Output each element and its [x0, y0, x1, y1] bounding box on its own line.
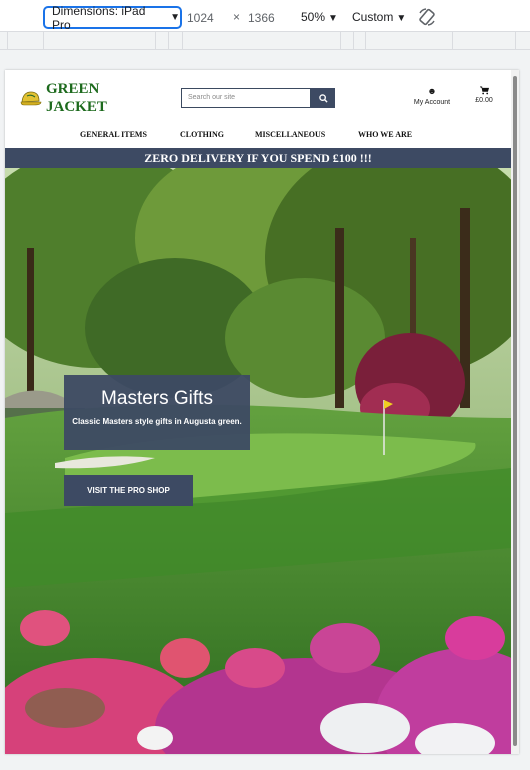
my-account-link[interactable]: ☻ My Account	[405, 86, 459, 106]
dimensions-label: Dimensions: iPad Pro	[52, 3, 146, 32]
hero-subtitle: Classic Masters style gifts in Augusta g…	[72, 417, 242, 426]
hero-banner: Masters Gifts Classic Masters style gift…	[5, 168, 511, 754]
site-logo-text[interactable]: GREEN JACKET	[46, 80, 136, 116]
chevron-down-icon: ▼	[396, 13, 407, 24]
chevron-down-icon: ▼	[170, 12, 180, 23]
zoom-label: 50%	[301, 10, 326, 24]
dimensions-dropdown[interactable]: Dimensions: iPad Pro ▼	[43, 3, 182, 32]
visit-pro-shop-button[interactable]: VISIT THE PRO SHOP	[64, 475, 193, 506]
site-header: GREEN JACKET Search our site ☻ My Accoun…	[5, 70, 511, 148]
hero-card: Masters Gifts Classic Masters style gift…	[64, 375, 250, 450]
cart-link[interactable]: £0.00	[467, 86, 501, 104]
device-viewport: GREEN JACKET Search our site ☻ My Accoun…	[5, 70, 519, 754]
golf-course-hero-image	[5, 168, 511, 754]
width-input[interactable]: 1024	[187, 11, 214, 25]
nav-item-clothing[interactable]: CLOTHING	[180, 130, 224, 139]
golf-cap-logo-icon[interactable]	[20, 89, 42, 107]
my-account-label: My Account	[413, 99, 451, 106]
times-sign: ×	[233, 10, 241, 24]
zoom-dropdown[interactable]: 50% ▼	[301, 10, 338, 24]
user-icon: ☻	[427, 86, 437, 96]
height-input[interactable]: 1366	[248, 11, 275, 25]
search-icon	[318, 93, 328, 103]
chevron-down-icon: ▼	[328, 13, 338, 24]
promo-banner: ZERO DELIVERY IF YOU SPEND £100 !!!	[5, 148, 511, 168]
nav-item-who-we-are[interactable]: WHO WE ARE	[358, 130, 412, 139]
throttle-label: Custom	[352, 10, 394, 24]
hero-title: Masters Gifts	[101, 388, 213, 409]
main-nav: GENERAL ITEMS CLOTHING MISCELLANEOUS WHO…	[5, 128, 511, 144]
cart-total: £0.00	[475, 97, 493, 104]
rotate-icon[interactable]	[417, 7, 437, 27]
media-query-ruler[interactable]	[0, 31, 530, 51]
cart-icon	[479, 86, 489, 95]
nav-item-general-items[interactable]: GENERAL ITEMS	[80, 130, 147, 139]
page-scrollbar[interactable]	[511, 70, 519, 754]
scrollbar-thumb[interactable]	[513, 76, 517, 746]
devtools-device-toolbar: Dimensions: iPad Pro ▼ 1024 × 1366 50% ▼ …	[0, 0, 530, 34]
search-input[interactable]: Search our site	[181, 88, 311, 108]
nav-item-miscellaneous[interactable]: MISCELLANEOUS	[255, 130, 325, 139]
throttle-dropdown[interactable]: Custom ▼	[352, 10, 406, 24]
search-button[interactable]	[311, 88, 335, 108]
